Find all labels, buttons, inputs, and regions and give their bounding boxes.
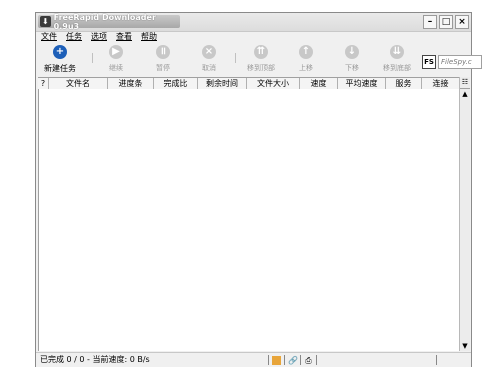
toolbar-separator <box>92 53 93 63</box>
status-bar: 已完成 0 / 0 - 当前速度: 0 B/s 🔗 ⎙ <box>36 352 471 367</box>
window-title: FreeRapid Downloader 0.9u3 <box>53 12 156 31</box>
column-header-speed[interactable]: 速度 <box>300 78 338 89</box>
column-header-complete[interactable]: 完成比 <box>154 78 198 89</box>
move-up-button[interactable]: ↑ 上移 <box>286 45 326 73</box>
filespy-widget: FS FileSpy.c <box>422 55 482 69</box>
move-down-label: 下移 <box>345 64 359 72</box>
menu-options[interactable]: 选项 <box>91 31 107 42</box>
column-header-service[interactable]: 服务 <box>386 78 422 89</box>
status-separator <box>316 355 317 365</box>
scroll-up-icon[interactable]: ▲ <box>460 89 470 99</box>
cancel-button[interactable]: × 取消 <box>189 45 229 73</box>
pause-button[interactable]: ॥ 暂停 <box>143 45 183 73</box>
link-icon[interactable]: 🔗 <box>288 356 298 365</box>
column-header-state[interactable]: ? <box>38 78 49 89</box>
menu-file[interactable]: 文件 <box>41 31 57 42</box>
download-app-icon: ⬇ <box>40 16 51 27</box>
maximize-button[interactable]: □ <box>439 15 453 29</box>
toolbar-separator <box>235 53 236 63</box>
column-chooser-icon[interactable]: ☷ <box>460 77 470 89</box>
column-header-connection[interactable]: 连接 <box>422 78 459 89</box>
menu-bar: 文件 任务 选项 查看 帮助 <box>36 31 471 42</box>
clipboard-monitor-icon[interactable] <box>272 355 281 365</box>
pause-label: 暂停 <box>156 64 170 72</box>
add-icon: + <box>53 45 67 59</box>
close-button[interactable]: × <box>455 15 469 29</box>
move-top-label: 移到顶部 <box>247 64 275 72</box>
vertical-scrollbar[interactable]: ☷ ▲ ▼ <box>459 77 470 351</box>
window-controls: – □ × <box>423 15 469 29</box>
column-header-time-left[interactable]: 剩余时间 <box>198 78 247 89</box>
move-top-icon: ⇈ <box>254 45 268 59</box>
move-up-label: 上移 <box>299 64 313 72</box>
title-bar[interactable]: ⬇ FreeRapid Downloader 0.9u3 – □ × <box>36 13 471 32</box>
move-up-icon: ↑ <box>299 45 313 59</box>
filespy-logo-icon[interactable]: FS <box>422 55 436 69</box>
column-header-progress[interactable]: 进度条 <box>108 78 154 89</box>
minimize-button[interactable]: – <box>423 15 437 29</box>
status-separator <box>436 355 437 365</box>
status-separator <box>284 355 285 365</box>
download-table-body[interactable] <box>38 89 460 351</box>
menu-help[interactable]: 帮助 <box>141 31 157 42</box>
new-task-label: 新建任务 <box>44 64 76 73</box>
status-icons: 🔗 ⎙ <box>268 355 317 365</box>
menu-task[interactable]: 任务 <box>66 31 82 42</box>
move-down-icon: ↓ <box>345 45 359 59</box>
move-down-button[interactable]: ↓ 下移 <box>332 45 372 73</box>
filespy-search-input[interactable]: FileSpy.c <box>438 55 482 69</box>
menu-view[interactable]: 查看 <box>116 31 132 42</box>
resume-button[interactable]: ▶ 继续 <box>96 45 136 73</box>
move-bottom-label: 移到底部 <box>383 64 411 72</box>
status-separator <box>300 355 301 365</box>
app-window: ⬇ FreeRapid Downloader 0.9u3 – □ × 文件 任务… <box>35 12 482 367</box>
move-top-button[interactable]: ⇈ 移到顶部 <box>241 45 281 73</box>
pause-icon: ॥ <box>156 45 170 59</box>
status-text: 已完成 0 / 0 - 当前速度: 0 B/s <box>40 355 150 364</box>
scroll-down-icon[interactable]: ▼ <box>460 341 470 351</box>
move-bottom-button[interactable]: ⇊ 移到底部 <box>377 45 417 73</box>
resume-label: 继续 <box>109 64 123 72</box>
print-icon[interactable]: ⎙ <box>304 356 313 365</box>
resume-icon: ▶ <box>109 45 123 59</box>
cancel-icon: × <box>202 45 216 59</box>
status-separator <box>268 355 269 365</box>
move-bottom-icon: ⇊ <box>390 45 404 59</box>
column-header-avg-speed[interactable]: 平均速度 <box>338 78 386 89</box>
column-header-filename[interactable]: 文件名 <box>49 78 108 89</box>
column-header-file-size[interactable]: 文件大小 <box>247 78 300 89</box>
title-tab: ⬇ FreeRapid Downloader 0.9u3 <box>38 12 180 31</box>
new-task-button[interactable]: + 新建任务 <box>40 45 80 74</box>
cancel-label: 取消 <box>202 64 216 72</box>
